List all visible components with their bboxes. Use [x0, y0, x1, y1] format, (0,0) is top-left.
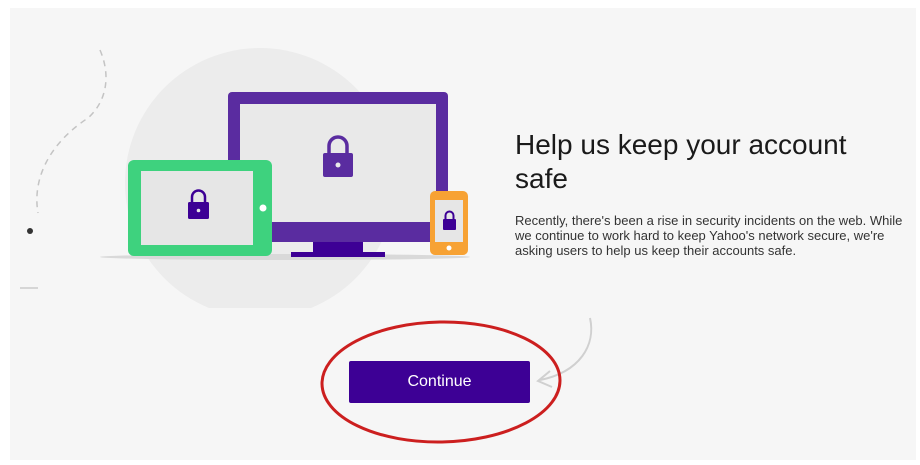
tablet-icon — [128, 160, 272, 256]
page-title: Help us keep your account safe — [515, 129, 847, 194]
devices-illustration — [20, 48, 470, 308]
dashed-path-decoration — [36, 49, 107, 214]
smartphone-icon — [430, 191, 468, 255]
continue-button[interactable]: Continue — [349, 361, 530, 403]
security-prompt-panel: Help us keep your account safe Recently,… — [10, 8, 916, 460]
dot-decoration — [27, 228, 33, 234]
page-description: Recently, there's been a rise in securit… — [515, 213, 903, 258]
